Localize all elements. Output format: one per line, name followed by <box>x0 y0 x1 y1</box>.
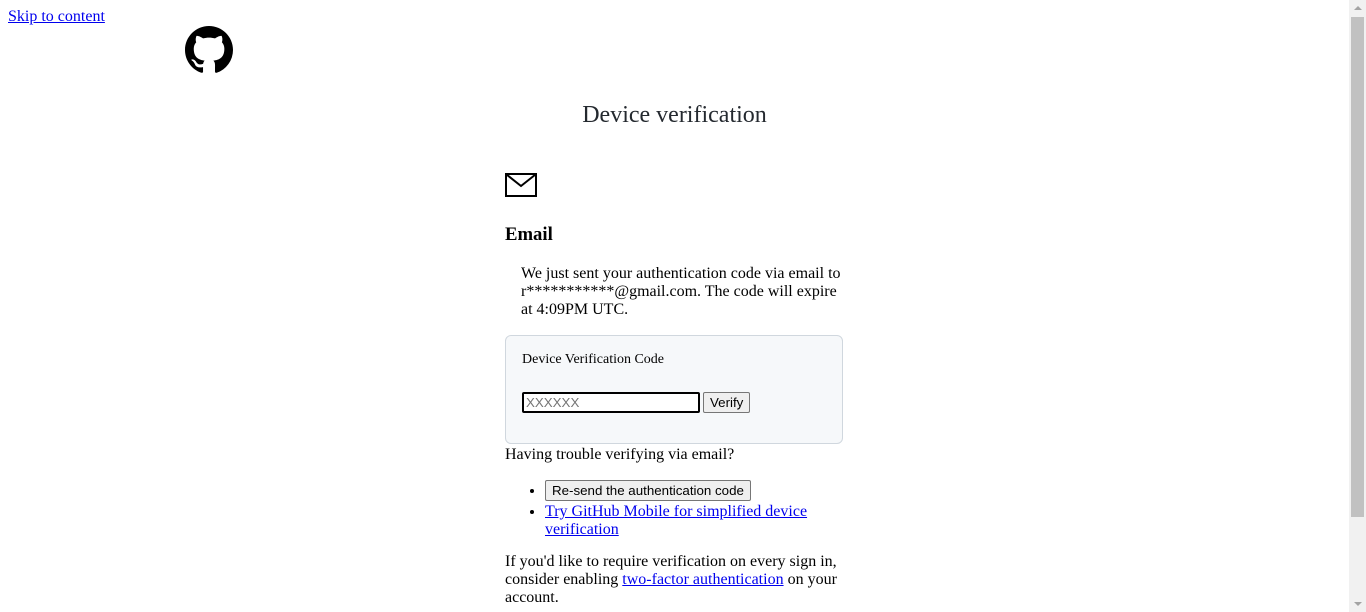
two-factor-note: If you'd like to require verification on… <box>505 553 845 607</box>
github-logo-icon <box>185 26 233 73</box>
list-item: Re-send the authentication code <box>545 480 845 503</box>
github-mobile-link[interactable]: Try GitHub Mobile for simplified device … <box>545 503 807 538</box>
code-sent-message: We just sent your authentication code vi… <box>521 265 841 318</box>
verification-code-input[interactable] <box>522 392 700 413</box>
code-label: Device Verification Code <box>522 352 665 367</box>
mail-icon <box>505 173 537 197</box>
resend-code-button[interactable]: Re-send the authentication code <box>545 480 751 501</box>
help-options-list: Re-send the authentication code Try GitH… <box>505 480 845 539</box>
two-factor-link[interactable]: two-factor authentication <box>622 571 783 588</box>
verification-form: Device Verification Code Verify <box>505 335 843 444</box>
github-logo-link[interactable] <box>185 26 233 74</box>
vertical-scrollbar[interactable] <box>1349 0 1366 612</box>
scroll-up-arrow-icon[interactable] <box>1349 0 1366 17</box>
scrollbar-thumb[interactable] <box>1351 17 1364 517</box>
trouble-text: Having trouble verifying via email? <box>505 446 735 463</box>
method-heading: Email <box>505 224 553 245</box>
skip-to-content-link[interactable]: Skip to content <box>8 8 105 26</box>
scroll-down-arrow-icon[interactable] <box>1349 595 1366 612</box>
list-item: Try GitHub Mobile for simplified device … <box>545 503 845 539</box>
page-title: Device verification <box>582 102 767 128</box>
verify-button[interactable]: Verify <box>703 392 751 413</box>
